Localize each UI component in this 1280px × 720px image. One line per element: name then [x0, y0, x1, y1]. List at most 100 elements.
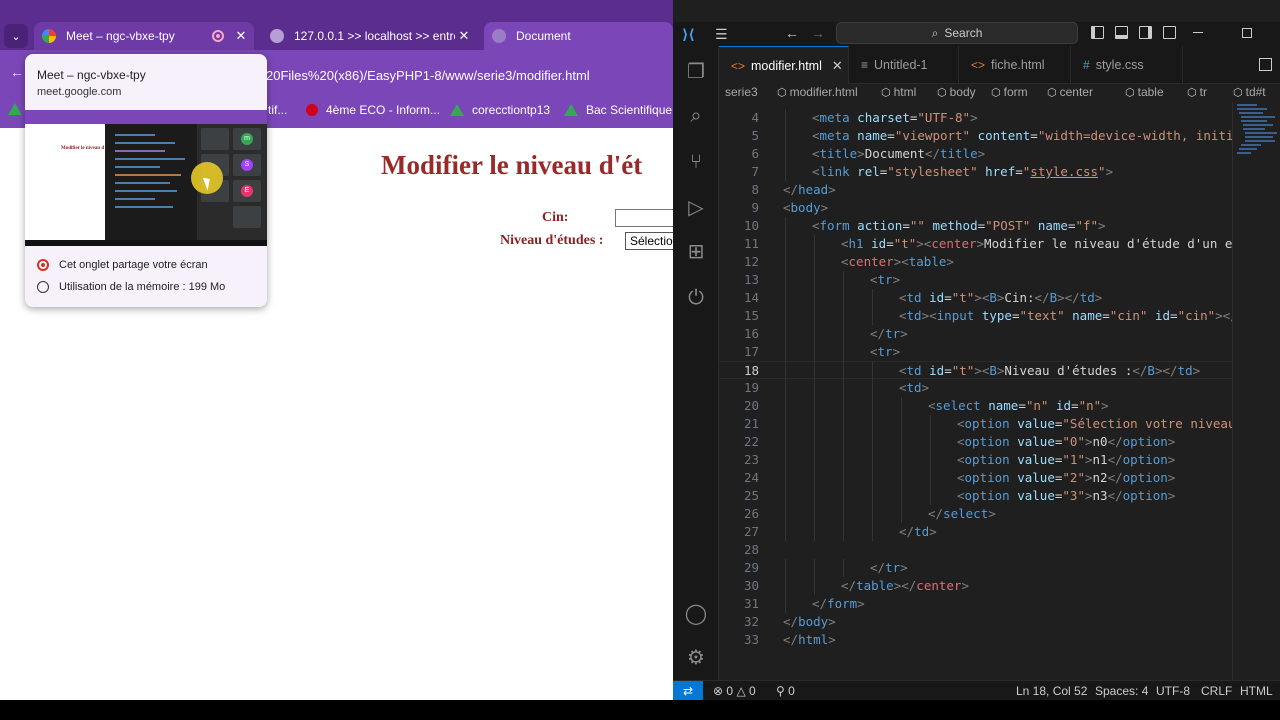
browser-tab-localhost[interactable]: 127.0.0.1 >> localhost >> entre ✕ — [262, 22, 477, 50]
run-debug-icon[interactable]: ▷ — [684, 196, 708, 220]
customize-layout-icon[interactable] — [1163, 26, 1176, 39]
code-line[interactable]: 11 <h1 id="t"><center>Modifier le niveau … — [719, 235, 1280, 253]
tab-fiche-html[interactable]: <> fiche.html — [959, 46, 1071, 84]
code-line[interactable]: 30 </table></center> — [719, 577, 1280, 595]
remote-explorer-icon[interactable]: ⏻ — [684, 286, 708, 310]
breadcrumb-item[interactable]: ⬡ center — [1047, 85, 1093, 99]
code-line[interactable]: 19 <td> — [719, 379, 1280, 397]
tab-modifier-html[interactable]: <> modifier.html ✕ — [719, 46, 849, 84]
code-line[interactable]: 15 <td><input type="text" name="cin" id="… — [719, 307, 1280, 325]
code-line[interactable]: 10 <form action="" method="POST" name="f"… — [719, 217, 1280, 235]
language-mode[interactable]: HTML — [1240, 684, 1273, 698]
code-line[interactable]: 7 <link rel="stylesheet" href="style.css"… — [719, 163, 1280, 181]
bookmark-item[interactable]: corecctiontp13 — [450, 103, 550, 117]
browser-tab-meet[interactable]: Meet – ngc-vbxe-tpy ✕ — [34, 22, 254, 50]
code-line[interactable]: 21 <option value="Sélection votre niveau" — [719, 415, 1280, 433]
code-line[interactable]: 29 </tr> — [719, 559, 1280, 577]
split-editor-icon[interactable] — [1259, 58, 1272, 71]
bookmark-item[interactable]: Bac Scientifique 20 — [564, 103, 673, 117]
breadcrumb-item[interactable]: ⬡ modifier.html — [777, 85, 858, 99]
tab-style-css[interactable]: # style.css — [1071, 46, 1183, 84]
close-tab-icon[interactable]: ✕ — [832, 58, 843, 74]
indent-guide — [843, 379, 844, 397]
indent-guide — [785, 235, 786, 253]
tab-untitled-1[interactable]: ≡ Untitled-1 — [849, 46, 959, 84]
code-line[interactable]: 32 </body> — [719, 613, 1280, 631]
breadcrumb-item[interactable]: ⬡ html — [881, 85, 916, 99]
minimap[interactable] — [1233, 102, 1280, 680]
breadcrumb-item[interactable]: ⬡ td#t — [1233, 85, 1266, 99]
code-token: Cin: — [1004, 290, 1035, 305]
hamburger-menu-icon[interactable]: ☰ — [715, 26, 728, 43]
forward-arrow-icon[interactable]: → — [811, 25, 825, 41]
explorer-icon[interactable]: ❐ — [684, 60, 708, 84]
encoding[interactable]: UTF-8 — [1156, 684, 1190, 698]
search-icon[interactable]: ⌕ — [684, 104, 708, 128]
breadcrumb-item[interactable]: serie3 — [725, 85, 758, 99]
code-token: </ — [901, 578, 917, 593]
problems-indicator[interactable]: ⊗ 0 △ 0 — [713, 684, 756, 698]
code-line[interactable]: 12 <center><table> — [719, 253, 1280, 271]
ports-indicator[interactable]: ⚲ 0 — [776, 684, 795, 698]
code-line[interactable]: 16 </tr> — [719, 325, 1280, 343]
code-line[interactable]: 22 <option value="0">n0</option> — [719, 433, 1280, 451]
maximize-icon[interactable] — [1242, 28, 1252, 38]
code-line[interactable]: 24 <option value="2">n2</option> — [719, 469, 1280, 487]
settings-gear-icon[interactable]: ⚙ — [684, 646, 708, 670]
code-line[interactable]: 18 <td id="t"><B>Niveau d'études :</B></t… — [719, 361, 1280, 379]
cursor-position[interactable]: Ln 18, Col 52 — [1016, 684, 1087, 698]
breadcrumb-item[interactable]: ⬡ form — [991, 85, 1028, 99]
code-editor[interactable]: 4 <meta charset="UTF-8"> 5 <meta name="view… — [719, 102, 1280, 680]
code-line[interactable]: 14 <td id="t"><B>Cin:</B></td> — [719, 289, 1280, 307]
indent-guide — [785, 415, 786, 433]
code-line[interactable]: 8 </head> — [719, 181, 1280, 199]
back-arrow-icon[interactable]: ← — [785, 25, 799, 41]
back-arrow-icon[interactable]: ← — [10, 64, 24, 80]
code-line[interactable]: 9 <body> — [719, 199, 1280, 217]
code-line[interactable]: 5 <meta name="viewport" content="width=de… — [719, 127, 1280, 145]
bookmark-item[interactable]: 4ème ECO - Inform... — [306, 103, 440, 117]
code-line[interactable]: 33 </html> — [719, 631, 1280, 649]
tab-search-dropdown-icon[interactable]: ⌄ — [4, 24, 28, 48]
code-line[interactable]: 17 <tr> — [719, 343, 1280, 361]
toggle-secondary-sidebar-icon[interactable] — [1139, 26, 1152, 39]
account-icon[interactable]: ◯ — [684, 602, 708, 626]
close-tab-icon[interactable]: ✕ — [455, 28, 473, 44]
remote-indicator-icon[interactable]: ⇄ — [673, 681, 703, 700]
code-line[interactable]: 13 <tr> — [719, 271, 1280, 289]
line-number: 17 — [743, 344, 759, 359]
url-field[interactable]: 20Files%20(x86)/EasyPHP1-8/www/serie3/mo… — [266, 68, 590, 83]
command-center-search[interactable]: ⌕ Search — [836, 22, 1078, 44]
code-line[interactable]: 4 <meta charset="UTF-8"> — [719, 109, 1280, 127]
close-tab-icon[interactable]: ✕ — [232, 28, 250, 44]
toggle-sidebar-icon[interactable] — [1091, 26, 1104, 39]
code-token: < — [957, 470, 965, 485]
source-control-icon[interactable]: ⑂ — [684, 150, 708, 174]
code-token: > — [946, 254, 954, 269]
code-line[interactable]: 27 </td> — [719, 523, 1280, 541]
bookmark-item[interactable]: tif... — [268, 103, 287, 117]
code-text: </head> — [783, 181, 836, 199]
code-token: html — [798, 632, 829, 647]
code-line[interactable]: 25 <option value="3">n3</option> — [719, 487, 1280, 505]
line-number: 8 — [751, 182, 759, 197]
code-line[interactable]: 26 </select> — [719, 505, 1280, 523]
code-line[interactable]: 23 <option value="1">n1</option> — [719, 451, 1280, 469]
code-line[interactable]: 6 <title>Document</title> — [719, 145, 1280, 163]
indentation[interactable]: Spaces: 4 — [1095, 684, 1148, 698]
preview-code-line — [115, 190, 177, 192]
niveau-select[interactable]: Sélectio — [625, 232, 673, 250]
breadcrumb-item[interactable]: ⬡ table — [1125, 85, 1164, 99]
extensions-icon[interactable]: ⊞ — [684, 240, 708, 264]
code-token: > — [1192, 363, 1201, 378]
minimize-icon[interactable] — [1193, 32, 1203, 33]
cin-input[interactable] — [615, 209, 673, 227]
toggle-panel-icon[interactable] — [1115, 26, 1128, 39]
line-ending[interactable]: CRLF — [1201, 684, 1232, 698]
browser-tab-document[interactable]: Document — [484, 22, 673, 50]
breadcrumb-item[interactable]: ⬡ tr — [1187, 85, 1207, 99]
code-line[interactable]: 20 <select name="n" id="n"> — [719, 397, 1280, 415]
breadcrumb-item[interactable]: ⬡ body — [937, 85, 976, 99]
code-line[interactable]: 31 </form> — [719, 595, 1280, 613]
code-line[interactable]: 28 — [719, 541, 1280, 559]
